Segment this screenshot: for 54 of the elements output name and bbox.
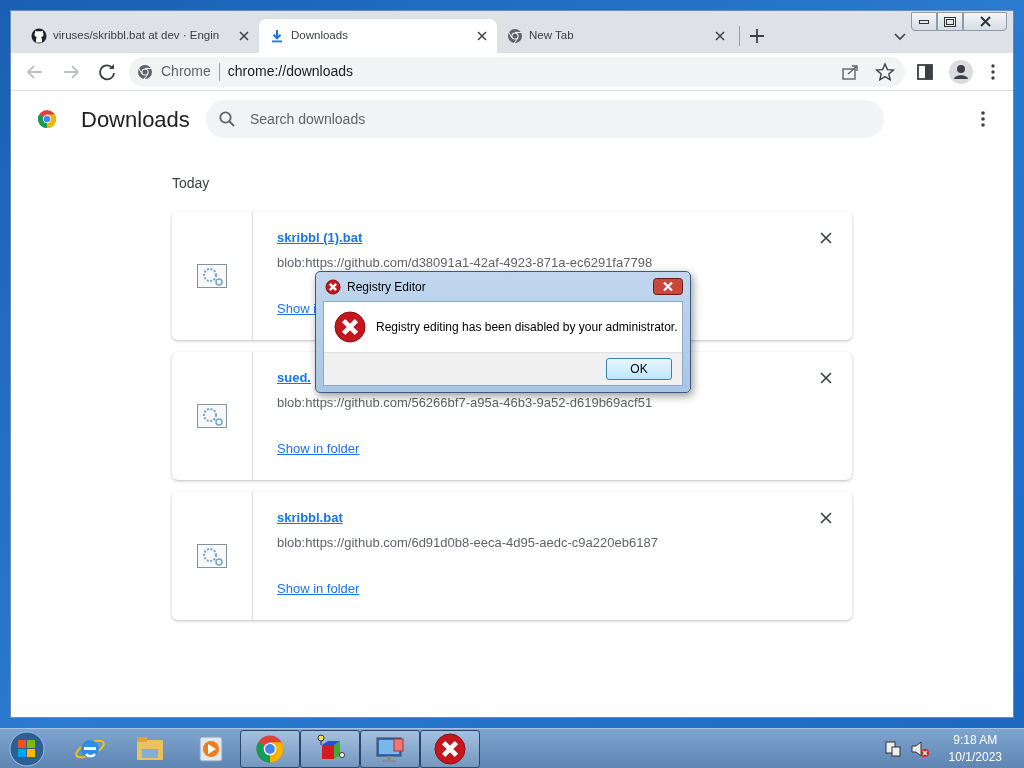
close-button[interactable] xyxy=(963,12,1007,31)
restore-icon xyxy=(944,16,956,27)
close-icon[interactable] xyxy=(715,31,725,41)
source-url: blob:https://github.com/6d91d0b8-eeca-4d95-aedc-c9a220eb6187 xyxy=(277,536,658,550)
clock-date: 10/1/2023 xyxy=(948,748,1002,766)
section-heading: Today xyxy=(172,174,211,193)
site-label: Chrome xyxy=(161,62,211,81)
monitor-icon[interactable] xyxy=(360,729,420,768)
search-icon xyxy=(218,110,236,128)
url-text: chrome://downloads xyxy=(227,62,355,81)
browser-tab[interactable]: New Tab xyxy=(497,19,735,53)
cube-icon[interactable] xyxy=(300,729,360,768)
error-icon xyxy=(325,278,341,295)
volume-muted-icon[interactable] xyxy=(908,738,931,759)
error-icon xyxy=(334,311,366,343)
file-link[interactable]: skribbl.bat xyxy=(277,510,343,525)
close-icon[interactable] xyxy=(477,31,487,41)
file-icon xyxy=(197,544,227,568)
address-bar[interactable]: Chrome chrome://downloads xyxy=(129,56,905,87)
tab-title: New Tab xyxy=(529,28,575,44)
star-icon[interactable] xyxy=(873,61,897,82)
browser-tab[interactable]: Downloads xyxy=(259,19,497,53)
source-url: blob:https://github.com/56266bf7-a95a-46b3-9a52-d619b69acf51 xyxy=(277,396,653,410)
tab-title: Downloads xyxy=(291,28,349,44)
file-link[interactable]: sued. xyxy=(277,370,311,385)
file-icon xyxy=(197,404,227,428)
octocat-icon xyxy=(31,28,47,44)
show-in-folder-link[interactable]: Show in folder xyxy=(277,441,360,456)
maximize-button[interactable] xyxy=(937,12,963,31)
download-icon xyxy=(269,28,285,44)
close-icon[interactable] xyxy=(239,31,249,41)
page-title: Downloads xyxy=(81,105,191,134)
error-icon[interactable] xyxy=(420,729,480,768)
dialog-message: Registry editing has been disabled by your administrator. xyxy=(376,319,678,336)
chrome-icon[interactable] xyxy=(240,729,300,768)
minimize-button[interactable] xyxy=(911,12,937,31)
minimize-icon xyxy=(919,19,929,24)
show-in-folder-link[interactable]: Show i xyxy=(277,301,317,316)
show-in-folder-link[interactable]: Show in folder xyxy=(277,581,360,596)
clock-time: 9:18 AM xyxy=(953,731,998,749)
chrome-logo-icon xyxy=(35,107,59,131)
file-link[interactable]: skribbl (1).bat xyxy=(277,230,363,245)
file-icon xyxy=(197,264,227,288)
close-icon xyxy=(979,16,991,27)
source-url: blob:https://github.com/d38091a1-42af-4923-871a-ec6291fa7798 xyxy=(277,256,653,270)
browser-tab[interactable]: viruses/skribbl.bat at dev · Engin xyxy=(21,19,259,53)
chrome-icon xyxy=(137,63,153,80)
chrome-icon xyxy=(507,28,523,44)
tab-title: viruses/skribbl.bat at dev · Engin xyxy=(53,28,221,44)
search-field[interactable]: Search downloads xyxy=(206,100,884,138)
close-button[interactable] xyxy=(653,278,683,295)
network-icon[interactable] xyxy=(882,738,903,759)
ok-button[interactable]: OK xyxy=(606,358,672,380)
dialog-title: Registry Editor xyxy=(347,278,427,296)
